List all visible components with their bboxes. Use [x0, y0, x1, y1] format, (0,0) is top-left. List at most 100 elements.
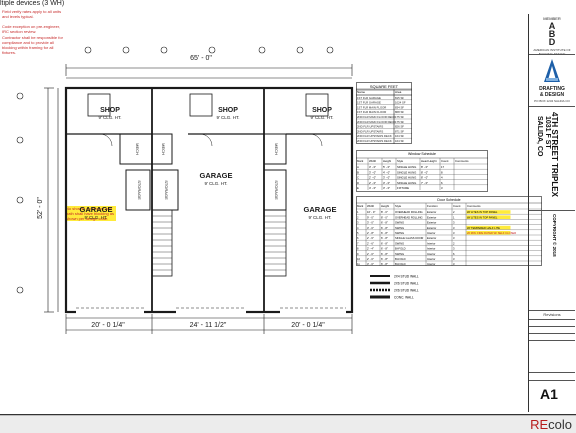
sqft-cell: 871 SF	[395, 129, 404, 133]
window-schedule-cell: SINGLE HUNG	[397, 165, 416, 169]
door-schedule-cell: 8' - 0"	[381, 210, 388, 214]
overall-width-dim: 65' - 0"	[190, 55, 212, 62]
room-garage-right: GARAGE	[304, 205, 337, 214]
door-schedule-cell: 8' - 0"	[381, 215, 388, 219]
tb-divider	[529, 310, 575, 311]
floor-plan-drawing: 65' - 0" 20' - 0 1/4" 24' - 11 1/2" 20' …	[16, 46, 354, 334]
window-schedule-cell: 3' - 0"	[383, 176, 390, 180]
door-schedule-cell: W/ LITES IN TOP PANEL	[467, 215, 498, 219]
room-mech-2: MECH	[161, 143, 166, 155]
door-schedule-cell: Interior	[427, 262, 435, 266]
door-schedule-cell: 6' - 8"	[381, 221, 388, 225]
door-schedule-cell: 9' - 0"	[367, 215, 374, 219]
tb-divider	[529, 210, 575, 211]
window-schedule-cell: 3' - 0"	[369, 170, 376, 174]
door-schedule-cell: 6' - 8"	[381, 241, 388, 245]
door-schedule-cell: 20 MIN. FIRE RATED W/ SELF CLOSER	[467, 231, 516, 235]
door-schedule-cell: Exterior	[427, 215, 436, 219]
window-schedule-header: Width	[369, 159, 377, 163]
window-schedule-cell: 3' - 0"	[383, 181, 390, 185]
project-name: 4TH STREET TRIPLEX	[550, 112, 559, 197]
door-schedule-cell: OVERHEAD ROLLING	[395, 215, 423, 219]
sqft-cell: 164 SF	[395, 139, 404, 143]
legend-line-3: 2X6 STUD WALL	[394, 289, 419, 293]
legend-line-1: 2X4 STUD WALL	[394, 275, 419, 279]
sheet-number: A1	[540, 386, 558, 402]
sqft-cell: 1024 SF	[395, 101, 406, 105]
door-schedule-cell: 2' - 0"	[367, 257, 374, 261]
door-schedule-header: Height	[381, 204, 389, 208]
door-schedule-cell: 6' - 8"	[381, 226, 388, 230]
window-schedule-cell: 17	[441, 165, 445, 169]
sqft-cell: 2ND FLR MAIN FLOOR DECK	[357, 120, 396, 124]
window-schedule-cell: FIXTURE	[397, 186, 409, 190]
tb-divider	[529, 326, 575, 327]
room-shop-left-clg: 9' CLG. HT.	[98, 115, 121, 120]
window-schedule-title: Window Schedule	[408, 152, 436, 156]
sqft-cell: 1ST FLR GARAGE	[357, 101, 381, 105]
sqft-cell: 2ND FLR UPSTAIRS	[357, 125, 383, 129]
door-schedule-cell: SWING	[395, 241, 404, 245]
sqft-header: Name	[357, 90, 365, 94]
legend-line-2: 2X6 STUD WALL	[394, 282, 419, 286]
room-garage-left-clg: 9' CLG. HT.	[84, 215, 107, 220]
tb-divider	[529, 106, 575, 107]
door-schedule-header: Mark	[357, 204, 364, 208]
room-mech-1: MECH	[135, 143, 140, 155]
door-schedule-cell: Interior	[427, 247, 435, 251]
abd-logo: A B D	[538, 22, 566, 47]
door-schedule-cell: Exterior	[427, 210, 436, 214]
window-schedule-cell: 4' - 0"	[369, 186, 376, 190]
window-schedule-header: Height	[383, 159, 391, 163]
door-schedule-table: Door Schedule Mark Width Height Style Functi…	[356, 196, 542, 266]
door-schedule-cell: BI-FOLD	[395, 262, 406, 266]
door-schedule-cell: OVERHEAD ROLLING	[395, 210, 423, 214]
window-schedule-cell: B	[357, 170, 359, 174]
door-schedule-cell: 3' - 0"	[367, 262, 374, 266]
door-schedule-cell: Exterior	[427, 221, 436, 225]
sqft-cell: 826 SF	[395, 125, 404, 129]
door-schedule-cell: BI-FOLD	[395, 247, 406, 251]
room-garage-left: GARAGE	[80, 205, 113, 214]
firm-logo-icon	[544, 59, 560, 82]
tb-divider	[529, 372, 575, 373]
window-schedule-header: Comments	[455, 159, 469, 163]
door-schedule-cell: SWING	[395, 252, 404, 256]
door-schedule-cell: 6' - 8"	[381, 252, 388, 256]
sqft-cell: 1ST FLR MAIN FLOOR	[357, 105, 386, 109]
title-block: MEMBER A B D AMERICAN INSTITUTE OF BUILD…	[528, 14, 575, 412]
door-schedule-cell: 10	[357, 257, 360, 261]
window-schedule-cell: SINGLE HUNG	[397, 176, 416, 180]
window-schedule-cell: 4' - 0"	[383, 170, 390, 174]
sqft-cell: 2ND FLR UPSTAIRS DECK	[357, 134, 392, 138]
room-shop-right: SHOP	[312, 107, 332, 114]
recolorado-logo[interactable]: REcolo	[530, 417, 572, 432]
door-schedule-cell: Exterior	[427, 236, 436, 240]
door-schedule-cell: SINGLE GLASS DOOR	[395, 236, 423, 240]
sqft-cell: 175 SF	[395, 115, 404, 119]
door-schedule-cell: W/ TEMPERED HALF LITE	[467, 226, 500, 230]
door-schedule-cell: 2' - 8"	[367, 231, 374, 235]
sqft-cell: 1ST FLR MAIN FLOOR	[357, 110, 386, 114]
door-schedule-cell: SWING	[395, 226, 404, 230]
window-schedule-cell: A	[357, 165, 359, 169]
legend-line-4: CONC. WALL	[394, 296, 414, 300]
door-schedule-cell: 3' - 0"	[367, 226, 374, 230]
abd-line-3: D	[548, 37, 556, 47]
door-schedule-cell: Interior	[427, 252, 435, 256]
door-schedule-cell: 3' - 0"	[367, 221, 374, 225]
room-garage-center-clg: 9' CLG. HT.	[204, 181, 227, 186]
door-schedule-header: Function	[427, 204, 438, 208]
window-schedule-header: Count	[441, 159, 449, 163]
door-schedule-cell: Interior	[427, 241, 435, 245]
door-schedule-cell: 6' - 8"	[381, 231, 388, 235]
room-storage-3: STORAGE	[274, 180, 279, 200]
door-schedule-cell: 6' - 8"	[381, 257, 388, 261]
door-schedule-cell: W/ LITES IN TOP PANEL	[467, 210, 498, 214]
sqft-cell: 2ND FLR UPSTAIRS DECK	[357, 139, 392, 143]
square-feet-table: SQUARE FEET Name Area 1ST FLR GARAGE 815 S…	[356, 82, 412, 144]
sqft-cell: 175 SF	[395, 120, 404, 124]
window-schedule-cell: 2' - 0"	[369, 181, 376, 185]
door-schedule-cell: 6' - 8"	[381, 247, 388, 251]
room-shop-left: SHOP	[100, 107, 120, 114]
